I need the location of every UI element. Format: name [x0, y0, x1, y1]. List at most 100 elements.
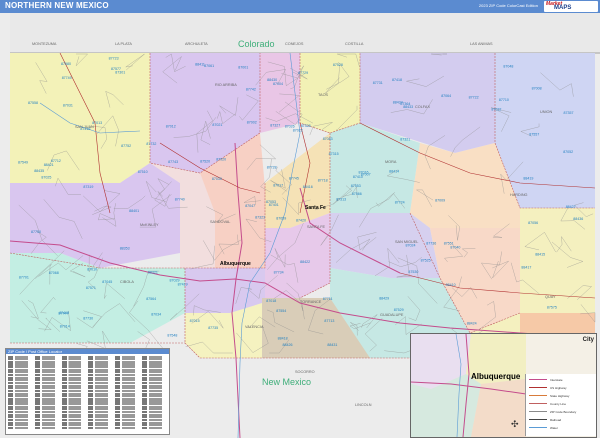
zip-label[interactable]: 88418 — [278, 336, 288, 340]
zip-label[interactable]: 87010 — [87, 267, 97, 271]
zip-label[interactable]: 88435 — [34, 169, 44, 173]
zip-label[interactable]: 88422 — [300, 260, 310, 264]
zip-label[interactable]: 87735 — [208, 326, 218, 330]
zip-label[interactable]: 87002 — [247, 121, 257, 125]
zip-label[interactable]: 87566 — [352, 192, 362, 196]
zip-label[interactable]: 87723 — [109, 56, 119, 60]
zip-label[interactable]: 87018 — [266, 299, 276, 303]
zip-label[interactable]: 87736 — [426, 241, 436, 245]
zip-label[interactable]: 87321 — [400, 137, 410, 141]
zip-label[interactable]: 87315 — [329, 152, 339, 156]
zip-label[interactable]: 87718 — [318, 178, 328, 182]
zip-label[interactable]: 87551 — [444, 242, 454, 246]
zip-label[interactable]: 87553 — [351, 184, 361, 188]
zip-label[interactable]: 87319 — [83, 185, 93, 189]
zip-label[interactable]: 88401 — [129, 209, 139, 213]
zip-label[interactable]: 87711 — [323, 297, 333, 301]
zip-label[interactable]: 87328 — [301, 124, 311, 128]
zip-label[interactable]: 87752 — [121, 144, 131, 148]
zip-label[interactable]: 87015 — [190, 319, 200, 323]
zip-label[interactable]: 87022 — [293, 129, 303, 133]
zip-label[interactable]: 87529 — [394, 308, 404, 312]
zip-label[interactable]: 87327 — [270, 124, 280, 128]
zip-label[interactable]: 88429 — [379, 297, 389, 301]
zip-label[interactable]: 87747 — [58, 312, 68, 316]
zip-label[interactable]: 87722 — [469, 96, 479, 100]
zip-label[interactable]: 87052 — [563, 150, 573, 154]
zip-label[interactable]: 88427 — [566, 205, 576, 209]
zip-label[interactable]: 87749 — [62, 76, 72, 80]
zip-label[interactable]: 87024 — [406, 244, 416, 248]
zip-label[interactable]: 88433 — [403, 105, 413, 109]
zip-label[interactable]: 87701 — [19, 275, 29, 279]
zip-label[interactable]: 88421 — [44, 163, 54, 167]
zip-label[interactable]: 87580 — [61, 62, 71, 66]
zip-label[interactable]: 87575 — [547, 306, 557, 310]
zip-label[interactable]: 87025 — [41, 176, 51, 180]
zip-label[interactable]: 88410 — [446, 283, 456, 287]
zip-label[interactable]: 87528 — [333, 63, 343, 67]
zip-label[interactable]: 87558 — [28, 101, 38, 105]
zip-label[interactable]: 87510 — [138, 170, 148, 174]
zip-label[interactable]: 88431 — [327, 343, 337, 347]
zip-label[interactable]: 88417 — [521, 265, 531, 269]
zip-label[interactable]: 87742 — [246, 88, 256, 92]
zip-label[interactable]: 87053 — [266, 200, 276, 204]
zip-label[interactable]: 88436 — [573, 217, 583, 221]
zip-label[interactable]: 88430 — [267, 78, 277, 82]
zip-label[interactable]: 87416 — [80, 127, 90, 131]
albuquerque-inset-map[interactable]: Albuquerque City Interstate US Highway Sta… — [410, 333, 597, 438]
zip-label[interactable]: 87014 — [60, 325, 70, 329]
zip-label[interactable]: 87745 — [289, 176, 299, 180]
zip-label[interactable]: 87083 — [323, 137, 333, 141]
zip-label[interactable]: 87013 — [92, 121, 102, 125]
zip-label[interactable]: 88419 — [523, 177, 533, 181]
zip-label[interactable]: 87034 — [151, 312, 161, 316]
zip-label[interactable]: 87020 — [216, 158, 226, 162]
zip-label[interactable]: 87554 — [276, 309, 286, 313]
zip-label[interactable]: 87713 — [324, 319, 334, 323]
zip-label[interactable]: 87031 — [63, 103, 73, 107]
zip-label[interactable]: 87035 — [212, 177, 222, 181]
zip-label[interactable]: 87045 — [102, 280, 112, 284]
zip-label[interactable]: 87021 — [212, 123, 222, 127]
zip-label[interactable]: 87724 — [395, 201, 405, 205]
zip-label[interactable]: 87029 — [170, 278, 180, 282]
zip-label[interactable]: 87017 — [273, 183, 283, 187]
zip-label[interactable]: 87740 — [175, 198, 185, 202]
zip-label[interactable]: 87731 — [373, 81, 383, 85]
zip-label[interactable]: 87577 — [111, 67, 121, 71]
zip-label[interactable]: 87548 — [167, 333, 177, 337]
zip-label[interactable]: 88414 — [389, 170, 399, 174]
zip-label[interactable]: 87068 — [49, 271, 59, 275]
zip-label[interactable]: 87729 — [298, 71, 308, 75]
zip-label[interactable]: 87047 — [245, 204, 255, 208]
zip-label[interactable]: 87313 — [336, 197, 346, 201]
zip-label[interactable]: 87064 — [441, 94, 451, 98]
zip-label[interactable]: 87420 — [296, 219, 306, 223]
zip-label[interactable]: 87004 — [273, 82, 283, 86]
zip-label[interactable]: 87009 — [435, 199, 445, 203]
zip-label[interactable]: 87525 — [421, 258, 431, 262]
zip-label[interactable]: 87734 — [274, 270, 284, 274]
zip-label[interactable]: 87032 — [491, 108, 501, 112]
zip-label[interactable]: 87040 — [450, 245, 460, 249]
zip-label[interactable]: 87564 — [146, 297, 156, 301]
zip-label[interactable]: 87323 — [255, 216, 265, 220]
zip-label[interactable]: 87728 — [267, 165, 277, 169]
zip-label[interactable]: 88434 — [393, 101, 403, 105]
zip-label[interactable]: 87001 — [238, 65, 248, 69]
zip-label[interactable]: 88321 — [148, 271, 158, 275]
zip-label[interactable]: 87061 — [204, 64, 214, 68]
zip-label[interactable]: 87530 — [408, 270, 418, 274]
zip-label[interactable]: 87008 — [532, 86, 542, 90]
zip-label[interactable]: 87557 — [529, 133, 539, 137]
zip-label[interactable]: 87419 — [178, 283, 188, 287]
zip-label[interactable]: 87418 — [392, 78, 402, 82]
zip-label[interactable]: 87571 — [86, 286, 96, 290]
zip-label[interactable]: 87048 — [503, 64, 513, 68]
zip-label[interactable]: 87730 — [83, 317, 93, 321]
zip-label[interactable]: 88416 — [303, 185, 313, 189]
zip-label[interactable]: 87016 — [359, 171, 369, 175]
zip-label[interactable]: 87549 — [18, 160, 28, 164]
